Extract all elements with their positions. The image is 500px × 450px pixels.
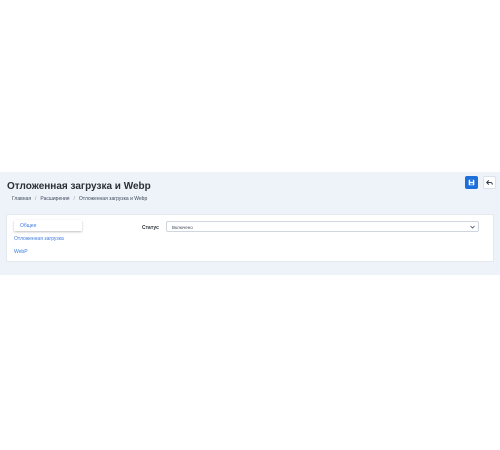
settings-card: Общее Отложенная загрузка WebP Статус Вк…	[6, 214, 494, 262]
breadcrumb-home[interactable]: Главная	[12, 196, 31, 202]
page-title: Отложенная загрузка и Webp	[7, 181, 151, 192]
status-select[interactable]: Включено	[166, 221, 479, 232]
tab-lazy-load[interactable]: Отложенная загрузка	[14, 236, 64, 242]
back-button[interactable]	[483, 176, 496, 189]
breadcrumb-separator: /	[73, 196, 75, 202]
tab-webp[interactable]: WebP	[14, 249, 28, 255]
breadcrumb-extensions[interactable]: Расширения	[40, 196, 69, 202]
breadcrumb-current[interactable]: Отложенная загрузка и Webp	[79, 196, 147, 202]
chevron-down-icon	[470, 225, 475, 229]
tab-general[interactable]: Общее	[14, 220, 82, 231]
save-icon	[468, 179, 475, 186]
save-button[interactable]	[465, 176, 478, 189]
breadcrumb-separator: /	[35, 196, 37, 202]
status-select-value: Включено	[172, 225, 193, 230]
status-label: Статус	[142, 225, 159, 231]
header-actions	[465, 176, 496, 189]
breadcrumb: Главная / Расширения / Отложенная загруз…	[12, 196, 147, 202]
back-arrow-icon	[486, 180, 493, 185]
